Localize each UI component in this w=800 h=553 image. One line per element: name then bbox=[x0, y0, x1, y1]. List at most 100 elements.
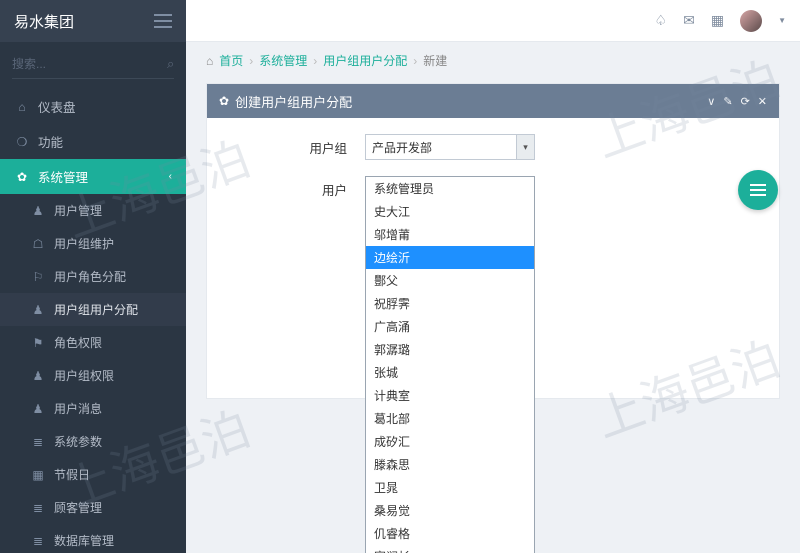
breadcrumb-item[interactable]: 系统管理 bbox=[259, 52, 307, 69]
sidebar-item-label: 系统参数 bbox=[54, 433, 102, 450]
dropdown-option[interactable]: 酆父 bbox=[366, 269, 534, 292]
list-icon: ≣ bbox=[30, 501, 46, 515]
globe-icon: ❍ bbox=[14, 135, 30, 149]
breadcrumb-item: 新建 bbox=[423, 52, 447, 69]
sidebar-item-label: 用户管理 bbox=[54, 202, 102, 219]
breadcrumb-item[interactable]: 首页 bbox=[219, 52, 243, 69]
sidebar-toggle-icon[interactable] bbox=[154, 14, 172, 28]
breadcrumb-sep: › bbox=[313, 54, 317, 68]
sidebar-sub-roleperm[interactable]: ⚑ 角色权限 bbox=[0, 326, 186, 359]
search-icon[interactable]: ⌕ bbox=[167, 56, 174, 72]
gear-icon: ✿ bbox=[219, 94, 229, 108]
user-icon: ♟ bbox=[30, 402, 46, 416]
gears-icon: ✿ bbox=[14, 170, 30, 184]
settings-icon[interactable]: ✎ bbox=[723, 95, 732, 108]
sidebar-sub-customer[interactable]: ≣ 顾客管理 bbox=[0, 491, 186, 524]
search-input[interactable] bbox=[12, 57, 167, 71]
form-panel: ✿ 创建用户组用户分配 ∨ ✎ ⟳ ✕ 用户组 产品开发部 ▾ bbox=[206, 83, 780, 399]
dropdown-option[interactable]: 富澜杉 bbox=[366, 545, 534, 553]
avatar[interactable] bbox=[740, 10, 762, 32]
dropdown-option[interactable]: 滕森思 bbox=[366, 453, 534, 476]
sidebar-submenu: ♟ 用户管理 ☖ 用户组维护 ⚐ 用户角色分配 ♟用户组用户分配 ⚑ 角色权限 ♟ 用户组… bbox=[0, 194, 186, 553]
sidebar-item-functions[interactable]: ❍ 功能 bbox=[0, 124, 186, 159]
breadcrumb: ⌂ 首页 › 系统管理 › 用户组用户分配 › 新建 bbox=[186, 42, 800, 79]
sidebar-sub-usermsg[interactable]: ♟ 用户消息 bbox=[0, 392, 186, 425]
main: ♤ ✉ ▦ ▼ ⌂ 首页 › 系统管理 › 用户组用户分配 › 新建 ✿ 创建用… bbox=[186, 0, 800, 553]
sidebar-item-label: 用户角色分配 bbox=[54, 268, 126, 285]
panel-body: 用户组 产品开发部 ▾ 用户 边绘沂 ▾ 系统管理员史大江邬增莆边绘沂酆父祝脬霁… bbox=[207, 118, 779, 398]
bell-icon[interactable]: ♤ bbox=[655, 12, 668, 29]
sidebar-menu: ⌂ 仪表盘 ❍ 功能 ✿ 系统管理 ‹ ♟ 用户管理 ☖ 用户组维护 ⚐ 用户角色分配… bbox=[0, 89, 186, 553]
sidebar-sub-roleassign[interactable]: ⚐ 用户角色分配 bbox=[0, 260, 186, 293]
group-select[interactable]: 产品开发部 ▾ bbox=[365, 134, 535, 160]
group-select-value: 产品开发部 bbox=[372, 139, 432, 156]
users-icon: ☖ bbox=[30, 237, 46, 251]
dropdown-option[interactable]: 邬增莆 bbox=[366, 223, 534, 246]
close-icon[interactable]: ✕ bbox=[758, 95, 767, 108]
flag-icon: ⚑ bbox=[30, 336, 46, 350]
collapse-icon[interactable]: ∨ bbox=[707, 95, 715, 108]
dropdown-option[interactable]: 张城 bbox=[366, 361, 534, 384]
sidebar-sub-holiday[interactable]: ▦ 节假日 bbox=[0, 458, 186, 491]
calendar-icon[interactable]: ▦ bbox=[711, 12, 724, 29]
breadcrumb-item[interactable]: 用户组用户分配 bbox=[323, 52, 407, 69]
sidebar-item-label: 功能 bbox=[38, 132, 63, 151]
sidebar-sub-groupuser[interactable]: ♟用户组用户分配 bbox=[0, 293, 186, 326]
sidebar-item-label: 仪表盘 bbox=[38, 97, 76, 116]
dropdown-option[interactable]: 系统管理员 bbox=[366, 177, 534, 200]
brand-row: 易水集团 bbox=[0, 0, 186, 42]
sidebar-search: ⌕ bbox=[12, 56, 174, 79]
home-icon: ⌂ bbox=[14, 100, 30, 114]
sidebar-sub-users[interactable]: ♟ 用户管理 bbox=[0, 194, 186, 227]
sidebar-item-label: 节假日 bbox=[54, 466, 90, 483]
inbox-icon[interactable]: ✉ bbox=[683, 12, 695, 29]
sidebar-item-dashboard[interactable]: ⌂ 仪表盘 bbox=[0, 89, 186, 124]
chevron-left-icon: ‹ bbox=[169, 171, 172, 182]
sidebar-item-label: 角色权限 bbox=[54, 334, 102, 351]
dropdown-option[interactable]: 桑易觉 bbox=[366, 499, 534, 522]
sidebar-sub-usergroups[interactable]: ☖ 用户组维护 bbox=[0, 227, 186, 260]
sidebar-sub-sysparam[interactable]: ≣ 系统参数 bbox=[0, 425, 186, 458]
sidebar: 易水集团 ⌕ ⌂ 仪表盘 ❍ 功能 ✿ 系统管理 ‹ ♟ 用户管理 ☖ 用户组维护 bbox=[0, 0, 186, 553]
sidebar-item-label: 顾客管理 bbox=[54, 499, 102, 516]
dropdown-option[interactable]: 仉睿格 bbox=[366, 522, 534, 545]
refresh-icon[interactable]: ⟳ bbox=[741, 95, 750, 108]
dropdown-option[interactable]: 祝脬霁 bbox=[366, 292, 534, 315]
dropdown-option[interactable]: 史大江 bbox=[366, 200, 534, 223]
sidebar-item-label: 用户消息 bbox=[54, 400, 102, 417]
dropdown-option[interactable]: 卫晁 bbox=[366, 476, 534, 499]
sidebar-item-label: 系统管理 bbox=[38, 167, 88, 186]
panel-tools: ∨ ✎ ⟳ ✕ bbox=[707, 95, 767, 108]
sidebar-item-label: 数据库管理 bbox=[54, 532, 114, 549]
dropdown-option[interactable]: 成矽汇 bbox=[366, 430, 534, 453]
breadcrumb-sep: › bbox=[413, 54, 417, 68]
user-dropdown[interactable]: 系统管理员史大江邬增莆边绘沂酆父祝脬霁广高涌郭潺璐张城计典室葛北部成矽汇滕森思卫… bbox=[365, 176, 535, 553]
dropdown-option[interactable]: 计典室 bbox=[366, 384, 534, 407]
form-label-user: 用户 bbox=[227, 180, 347, 199]
panel-title: 创建用户组用户分配 bbox=[235, 92, 352, 111]
chevron-down-icon[interactable]: ▼ bbox=[778, 16, 786, 25]
brand-title: 易水集团 bbox=[14, 11, 74, 32]
calendar-icon: ▦ bbox=[30, 468, 46, 482]
flag-icon: ⚐ bbox=[30, 270, 46, 284]
user-icon: ♟ bbox=[30, 303, 46, 317]
sidebar-item-label: 用户组权限 bbox=[54, 367, 114, 384]
dropdown-option[interactable]: 边绘沂 bbox=[366, 246, 534, 269]
breadcrumb-sep: › bbox=[249, 54, 253, 68]
user-icon: ♟ bbox=[30, 369, 46, 383]
menu-icon bbox=[750, 189, 766, 191]
form-label-group: 用户组 bbox=[227, 138, 347, 157]
fab-menu-button[interactable] bbox=[738, 170, 778, 210]
dropdown-option[interactable]: 广高涌 bbox=[366, 315, 534, 338]
list-icon: ≣ bbox=[30, 435, 46, 449]
form-row-group: 用户组 产品开发部 ▾ bbox=[227, 134, 759, 160]
sidebar-sub-groupperm[interactable]: ♟ 用户组权限 bbox=[0, 359, 186, 392]
dropdown-option[interactable]: 葛北部 bbox=[366, 407, 534, 430]
sidebar-sub-database[interactable]: ≣数据库管理 bbox=[0, 524, 186, 553]
chevron-down-icon: ▾ bbox=[516, 135, 534, 159]
sidebar-item-label: 用户组维护 bbox=[54, 235, 114, 252]
sidebar-item-sysmgmt[interactable]: ✿ 系统管理 ‹ bbox=[0, 159, 186, 194]
user-icon: ♟ bbox=[30, 204, 46, 218]
dropdown-option[interactable]: 郭潺璐 bbox=[366, 338, 534, 361]
home-icon: ⌂ bbox=[206, 54, 213, 68]
